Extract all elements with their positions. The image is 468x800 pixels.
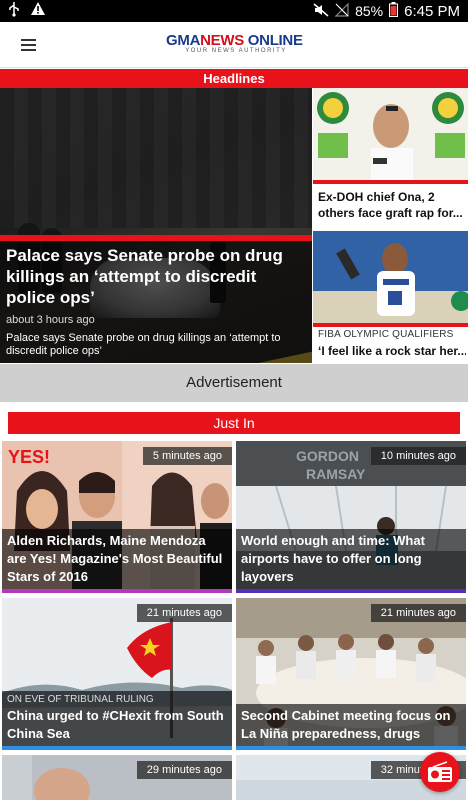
logo-tagline: YOUR NEWS AUTHORITY <box>185 48 287 54</box>
logo-news: NEWS <box>200 32 244 49</box>
status-bar: 85% 6:45 PM <box>0 0 468 22</box>
side-headline-card[interactable]: Ex-DOH chief Ona, 2 others face graft ra… <box>313 88 468 231</box>
news-card-overlay: Alden Richards, Maine Mendoza are Yes! M… <box>2 529 232 589</box>
news-card-time: 10 minutes ago <box>370 447 466 465</box>
main-headline-time: about 3 hours ago <box>6 314 95 326</box>
news-card[interactable]: GORDON RAMSAY 10 minutes ago World enoug… <box>236 441 466 593</box>
news-card-kicker: ON EVE OF TRIBUNAL RULING <box>7 694 154 705</box>
svg-text:GORDON: GORDON <box>296 448 359 464</box>
news-card-title[interactable]: China urged to #CHexit from South China … <box>7 707 227 743</box>
battery-percent: 85% <box>355 3 384 19</box>
news-card-title[interactable]: Second Cabinet meeting focus on La Niña … <box>241 707 461 743</box>
usb-icon <box>8 1 20 22</box>
hamburger-menu-icon[interactable] <box>14 34 42 56</box>
news-card[interactable]: 29 minutes ago <box>2 755 232 800</box>
gma-news-logo[interactable]: GMANEWS ONLINE YOUR NEWS AUTHORITY <box>166 32 306 58</box>
headlines-header: Headlines <box>0 69 468 88</box>
news-card-overlay: ON EVE OF TRIBUNAL RULING China urged to… <box>2 691 232 746</box>
logo-gma: GMA <box>166 32 201 49</box>
warning-icon <box>30 1 46 21</box>
side-headline-image <box>313 88 468 180</box>
news-card-category-bar <box>236 589 466 593</box>
news-card-overlay: Second Cabinet meeting focus on La Niña … <box>236 704 466 746</box>
side-headline-kicker: FIBA OLYMPIC QUALIFIERS <box>318 329 454 340</box>
main-headline-title[interactable]: Palace says Senate probe on drug killing… <box>6 245 306 308</box>
news-card[interactable]: 21 minutes ago ON EVE OF TRIBUNAL RULING… <box>2 598 232 750</box>
side-headline-divider <box>313 180 468 184</box>
news-card-time: 21 minutes ago <box>370 604 466 622</box>
side-headline-card[interactable]: FIBA OLYMPIC QUALIFIERS ‘I feel like a r… <box>313 231 468 363</box>
app-bar: GMANEWS ONLINE YOUR NEWS AUTHORITY <box>0 22 468 68</box>
news-card-category-bar <box>236 746 466 750</box>
svg-text:RAMSAY: RAMSAY <box>306 466 366 482</box>
logo-online: ONLINE <box>247 32 303 49</box>
mute-icon <box>313 2 329 20</box>
news-card-time: 21 minutes ago <box>136 604 232 622</box>
news-card-category-bar <box>2 746 232 750</box>
news-card-title[interactable]: World enough and time: What airports hav… <box>241 532 461 586</box>
main-headline-summary: Palace says Senate probe on drug killing… <box>6 332 281 357</box>
clock: 6:45 PM <box>404 2 460 20</box>
main-headline-card[interactable]: Palace says Senate probe on drug killing… <box>0 88 312 363</box>
news-card-category-bar <box>2 589 232 593</box>
side-headline-title[interactable]: Ex-DOH chief Ona, 2 others face graft ra… <box>318 189 466 221</box>
main-headline-overlay: Palace says Senate probe on drug killing… <box>0 241 312 363</box>
radio-icon[interactable] <box>420 752 460 792</box>
news-card-overlay: World enough and time: What airports hav… <box>236 529 466 589</box>
news-card-time: 5 minutes ago <box>142 447 232 465</box>
news-card[interactable]: 21 minutes ago Second Cabinet meeting fo… <box>236 598 466 750</box>
side-headline-title[interactable]: ‘I feel like a rock star her... <box>318 344 466 358</box>
news-card-time: 29 minutes ago <box>136 761 232 779</box>
side-headline-divider <box>313 323 468 327</box>
news-card-title[interactable]: Alden Richards, Maine Mendoza are Yes! M… <box>7 532 227 586</box>
side-headline-image <box>313 231 468 323</box>
advertisement-banner[interactable]: Advertisement <box>0 364 468 402</box>
news-card[interactable]: YES! 5 minutes ago Alden Richards, Maine… <box>2 441 232 593</box>
just-in-header: Just In <box>8 412 460 434</box>
no-signal-icon <box>334 2 349 20</box>
battery-icon <box>389 2 399 20</box>
svg-text:YES!: YES! <box>8 447 50 467</box>
